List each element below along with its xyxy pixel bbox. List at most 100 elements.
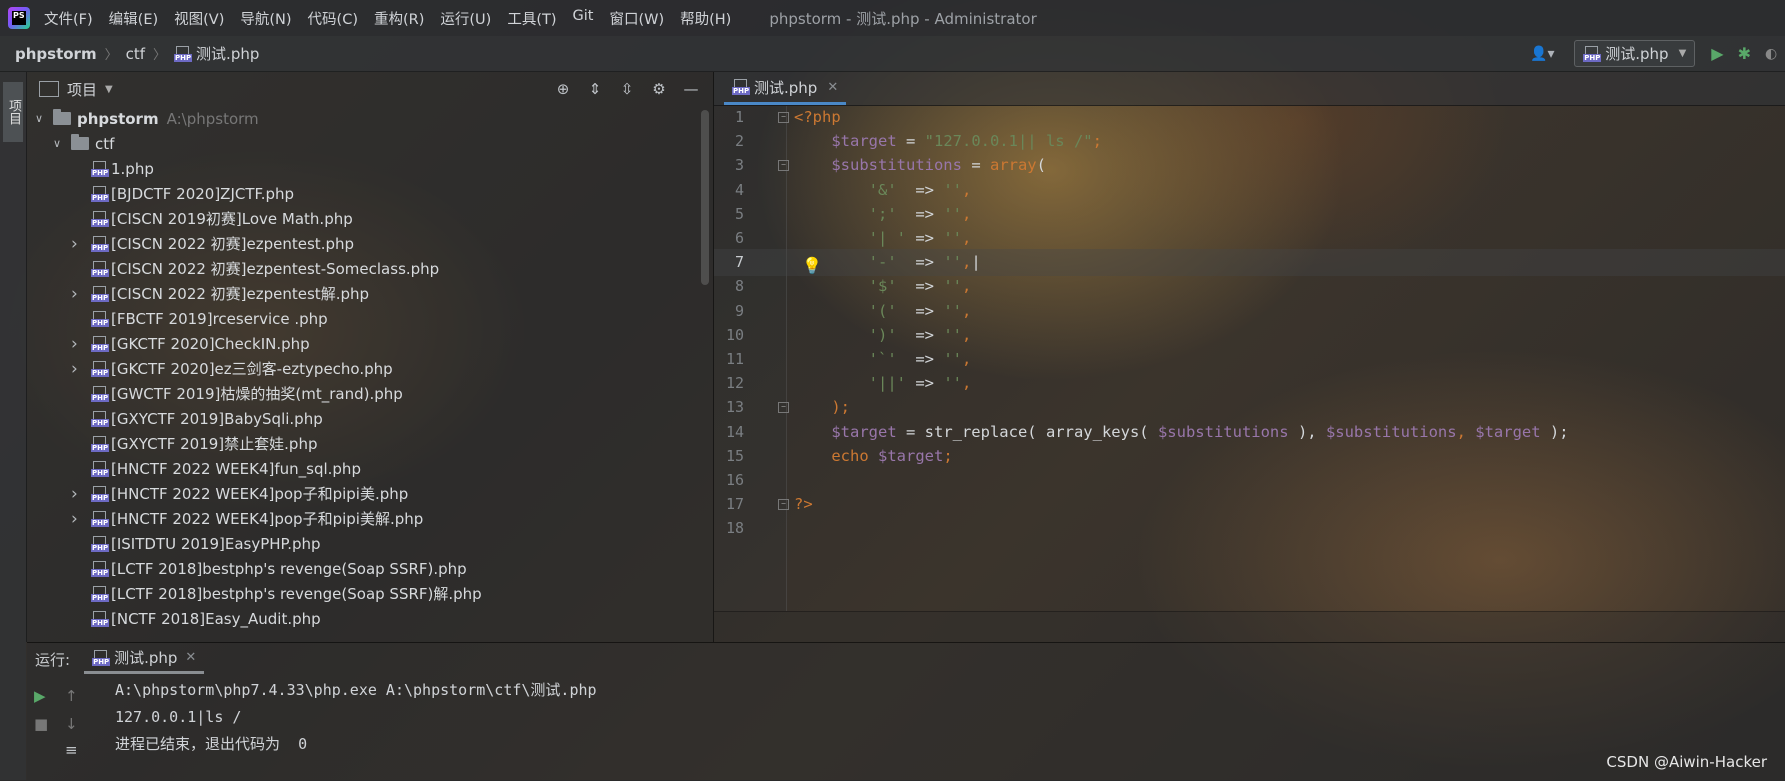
editor-tab-active[interactable]: 测试.php ✕ (724, 72, 847, 105)
chevron-down-icon[interactable]: ▼ (105, 84, 113, 95)
tree-file-item[interactable]: [FBCTF 2019]rceservice .php (27, 306, 713, 331)
chevron-down-icon[interactable]: ∨ (53, 137, 61, 150)
menu-item[interactable]: 代码(C) (308, 8, 358, 29)
menu-item[interactable]: 重构(R) (374, 8, 424, 29)
fold-marker-icon[interactable]: − (778, 499, 789, 511)
chevron-right-icon[interactable]: › (71, 334, 78, 354)
menu-item[interactable]: 编辑(E) (109, 8, 158, 29)
run-tab[interactable]: 测试.php ✕ (84, 644, 205, 674)
code-line: 13 − ); (714, 394, 1785, 421)
soft-wrap-icon[interactable]: ≡ (65, 741, 78, 759)
fold-marker-icon[interactable]: − (778, 112, 789, 123)
stop-icon[interactable]: ■ (34, 715, 48, 733)
folder-icon (71, 134, 89, 150)
menu-item[interactable]: 文件(F) (44, 8, 93, 29)
menu-item[interactable]: Git (573, 8, 594, 29)
tree-file-item[interactable]: [BJDCTF 2020]ZJCTF.php (27, 181, 713, 206)
tree-file-item[interactable]: › [HNCTF 2022 WEEK4]pop子和pipi美.php (27, 481, 713, 506)
hide-panel-icon[interactable]: — (681, 80, 701, 98)
gear-icon[interactable]: ⚙ (649, 80, 669, 98)
menu-item[interactable]: 窗口(W) (609, 8, 664, 29)
console-output[interactable]: A:\phpstorm\php7.4.33\php.exe A:\phpstor… (115, 677, 1715, 758)
collapse-all-icon[interactable]: ⇳ (617, 80, 637, 98)
tree-folder-ctf[interactable]: ∨ ctf (27, 131, 713, 156)
code-token: ), (1288, 422, 1326, 441)
expand-all-icon[interactable]: ⇕ (585, 80, 605, 98)
code-text: '| ' => '', (794, 225, 972, 252)
line-number: 8 (734, 277, 744, 296)
code-text: '&' => '', (794, 177, 972, 204)
code-token: $target (1475, 422, 1541, 441)
menu-item[interactable]: 视图(V) (174, 8, 224, 29)
tree-root[interactable]: ∨ phpstorm A:\phpstorm (27, 106, 713, 131)
scrollbar[interactable] (701, 110, 709, 285)
tree-file-item[interactable]: › [GKCTF 2020]ez三剑客-eztypecho.php (27, 356, 713, 381)
code-editor[interactable]: 1− <?php 2 $target = "127.0.0.1|| ls /"; 3−… (714, 106, 1785, 611)
breadcrumb-project[interactable]: phpstorm (15, 45, 97, 63)
tree-file-item[interactable]: [CISCN 2022 初赛]ezpentest-Someclass.php (27, 256, 713, 281)
code-token: "127.0.0.1|| ls /" (924, 132, 1093, 151)
user-account-icon[interactable]: 👤▾ (1522, 46, 1562, 62)
tree-file-item[interactable]: [CISCN 2019初赛]Love Math.php (27, 206, 713, 231)
arrow-down-icon[interactable]: ↓ (65, 715, 78, 733)
chevron-right-icon[interactable]: › (71, 284, 78, 304)
php-file-icon (91, 460, 110, 477)
tree-file-item[interactable]: [LCTF 2018]bestphp's revenge(Soap SSRF)解… (27, 581, 713, 606)
breadcrumb-file[interactable]: 测试.php (196, 43, 259, 64)
more-icon[interactable]: ◐ (1765, 46, 1785, 62)
tree-file-item[interactable]: 1.php (27, 156, 713, 181)
chevron-right-icon[interactable]: › (71, 484, 78, 504)
chevron-right-icon[interactable]: › (71, 509, 78, 529)
rerun-icon[interactable]: ▶ (34, 687, 46, 705)
close-icon[interactable]: ✕ (827, 80, 838, 95)
phpstorm-logo-icon: PS (8, 7, 30, 29)
tree-file-name: [HNCTF 2022 WEEK4]pop子和pipi美解.php (111, 510, 424, 528)
tree-file-item[interactable]: › [CISCN 2022 初赛]ezpentest.php (27, 231, 713, 256)
code-token: '' (943, 277, 962, 296)
locate-file-icon[interactable]: ⊕ (553, 80, 573, 98)
code-token: <?php (794, 108, 841, 126)
tree-file-item[interactable]: [ISITDTU 2019]EasyPHP.php (27, 531, 713, 556)
breadcrumb-folder[interactable]: ctf (126, 45, 145, 63)
run-icon[interactable]: ▶ (1711, 44, 1723, 63)
code-token: => (896, 180, 944, 199)
php-file-icon (174, 45, 193, 62)
project-tool-tab[interactable]: 项目 (3, 82, 23, 142)
chevron-down-icon[interactable]: ∨ (35, 112, 43, 125)
run-configuration-select[interactable]: 测试.php ▼ (1574, 40, 1696, 67)
code-line: 9 '(' => '', (714, 298, 1785, 325)
tree-file-item[interactable]: [GWCTF 2019]枯燥的抽奖(mt_rand).php (27, 381, 713, 406)
code-text: '||' => '', (794, 370, 972, 397)
tree-file-item[interactable]: › [GKCTF 2020]CheckIN.php (27, 331, 713, 356)
menu-item[interactable]: 导航(N) (240, 8, 291, 29)
tree-file-item[interactable]: › [HNCTF 2022 WEEK4]pop子和pipi美解.php (27, 506, 713, 531)
fold-marker-icon[interactable]: − (778, 402, 789, 414)
fold-marker-icon[interactable]: − (778, 160, 789, 172)
close-icon[interactable]: ✕ (185, 650, 196, 665)
menu-item[interactable]: 运行(U) (440, 8, 491, 29)
menu-item[interactable]: 工具(T) (507, 8, 556, 29)
line-number: 15 (725, 446, 744, 465)
tree-file-name: [LCTF 2018]bestphp's revenge(Soap SSRF).… (111, 559, 467, 578)
php-file-icon (91, 585, 110, 602)
php-file-icon (91, 510, 110, 527)
tree-file-item[interactable]: › [CISCN 2022 初赛]ezpentest解.php (27, 281, 713, 306)
tree-file-item[interactable]: [GXYCTF 2019]BabySqli.php (27, 406, 713, 431)
project-view-title[interactable]: 项目 (67, 79, 97, 100)
menu-item[interactable]: 帮助(H) (680, 8, 731, 29)
tree-file-item[interactable]: [LCTF 2018]bestphp's revenge(Soap SSRF).… (27, 556, 713, 581)
chevron-right-icon[interactable]: › (71, 234, 78, 254)
tree-file-item[interactable]: [GXYCTF 2019]禁止套娃.php (27, 431, 713, 456)
tree-file-item[interactable]: [NCTF 2018]Easy_Audit.php (27, 606, 713, 631)
php-file-icon (1583, 45, 1602, 62)
debug-bug-icon[interactable]: ✱ (1738, 44, 1751, 63)
line-number: 1 (734, 108, 744, 126)
arrow-up-icon[interactable]: ↑ (65, 687, 78, 705)
tree-file-item[interactable]: [HNCTF 2022 WEEK4]fun_sql.php (27, 456, 713, 481)
code-token: , (962, 325, 972, 344)
chevron-right-icon[interactable]: › (71, 359, 78, 379)
folder-icon (53, 109, 71, 125)
